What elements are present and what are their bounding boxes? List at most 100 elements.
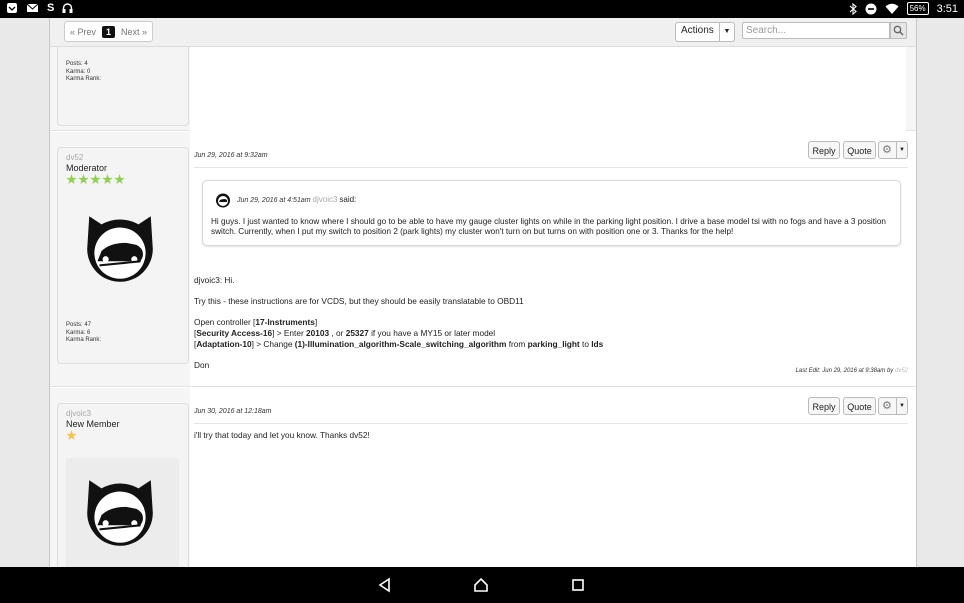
pagination: « Prev 1 Next » [64, 21, 154, 42]
mail-icon [26, 3, 39, 12]
forum-thread-page: « Prev 1 Next » Actions ▼ Posts: 4 Karma… [49, 18, 917, 567]
rank-stars [66, 174, 125, 185]
user-role: New Member [66, 419, 120, 429]
post-body: i'll try that today and let you know. Th… [194, 430, 370, 440]
avatar [87, 480, 153, 546]
user-info-panel: dv52 Moderator Posts: 47 Karma: 6 Karma … [57, 147, 189, 364]
username-link[interactable]: dv52 [66, 153, 83, 162]
karma: Karma: 0 [66, 68, 91, 75]
reply-button[interactable]: Reply [808, 141, 840, 159]
actions-label: Actions [681, 25, 714, 36]
star-icon [78, 174, 89, 185]
text-segment: 25327 [345, 328, 369, 338]
forum-post: dv52 Moderator Posts: 47 Karma: 6 Karma … [50, 132, 916, 387]
last-edit-text: Last Edit: Jun 29, 2016 at 9:38am by [795, 368, 894, 374]
post-date: Jun 30, 2016 at 12:18am [194, 408, 272, 415]
home-icon[interactable] [473, 577, 489, 593]
text-segment: lds [591, 339, 604, 349]
gear-icon: ⚙ [882, 144, 892, 156]
quoted-post: Jun 29, 2016 at 4:51am djvoic3 said: Hi … [202, 180, 901, 246]
last-edit-user-link[interactable]: dv52 [895, 368, 908, 374]
star-icon [102, 174, 113, 185]
search-button[interactable] [890, 22, 907, 39]
bluetooth-icon [849, 2, 857, 15]
text-segment: to [579, 339, 592, 349]
text-segment: Open controller [ [194, 317, 256, 327]
search-icon [893, 25, 904, 36]
user-role: Moderator [66, 163, 108, 173]
text-segment: 17-Instruments [255, 317, 315, 327]
post-body-line: [Adaptation-10] > Change (1)-Illuminatio… [194, 339, 603, 350]
text-segment: ] > Enter [272, 328, 307, 338]
karma: Karma: 6 [66, 329, 91, 336]
star-icon [90, 174, 101, 185]
quote-date: Jun 29, 2016 at 4:51am [237, 197, 311, 204]
chevron-down-icon: ▼ [896, 398, 907, 414]
text-segment: ] [314, 317, 318, 327]
quote-said: said: [339, 195, 357, 204]
s-app-icon: S [47, 2, 55, 14]
text-segment: parking_light [527, 339, 580, 349]
star-icon [114, 174, 125, 185]
user-stats: Posts: 47 Karma: 6 Karma Rank: [66, 322, 101, 345]
rank-stars [66, 430, 77, 441]
text-segment: if you have a MY15 or later model [368, 328, 496, 338]
prev-page-link[interactable]: « Prev [68, 27, 98, 37]
headphones-icon [62, 3, 73, 13]
star-icon [66, 174, 77, 185]
next-page-link[interactable]: Next » [119, 27, 149, 37]
last-edit-note: Last Edit: Jun 29, 2016 at 9:38am by dv5… [796, 368, 908, 374]
post-content-bg [190, 388, 916, 567]
karma-rank: Karma Rank: [66, 76, 102, 82]
text-segment: ] > Change [251, 339, 295, 349]
navigation-bar [0, 567, 964, 603]
star-icon [66, 430, 77, 441]
text-segment: 20103 [306, 328, 330, 338]
divider [194, 423, 908, 424]
status-bar: S 56% 3:51 [0, 0, 964, 18]
post-options-button[interactable]: ⚙ ▼ [878, 397, 908, 415]
gear-icon: ⚙ [882, 400, 892, 412]
post-body-line: [Security Access-16] > Enter 20103 , or … [194, 328, 495, 339]
thread-toolbar: « Prev 1 Next » Actions ▼ [50, 18, 916, 47]
search-input[interactable] [742, 22, 890, 39]
quote-text: Hi guys. I just wanted to know where I s… [211, 217, 886, 236]
post-date: Jun 29, 2016 at 9:32am [194, 152, 268, 159]
text-segment: from [506, 339, 528, 349]
reply-button[interactable]: Reply [808, 397, 840, 415]
quote-button[interactable]: Quote [843, 141, 876, 159]
user-info-panel: djvoic3 New Member [57, 403, 189, 567]
post-body-line: Open controller [17-Instruments] [194, 317, 317, 328]
chevron-down-icon: ▼ [719, 23, 734, 41]
post-signoff: Don [194, 360, 210, 370]
wifi-icon [885, 3, 899, 14]
quote-header: Jun 29, 2016 at 4:51am djvoic3 said: [237, 195, 356, 204]
clock: 3:51 [936, 2, 958, 15]
username-link[interactable]: djvoic3 [66, 409, 91, 418]
divider [194, 167, 908, 168]
text-segment: Security Access-16 [196, 328, 273, 338]
recents-icon[interactable] [570, 577, 586, 593]
text-segment: (1)-Illumination_algorithm-Scale_switchi… [294, 339, 507, 349]
back-icon[interactable] [377, 577, 393, 593]
text-segment: , or [329, 328, 346, 338]
post-body-greeting: djvoic3: Hi. [194, 275, 235, 285]
battery-indicator: 56% [906, 2, 929, 15]
text-segment: Adaptation-10 [196, 339, 252, 349]
post-count: Posts: 4 [66, 61, 88, 67]
user-stats: Posts: 4 Karma: 0 Karma Rank: [66, 61, 101, 84]
current-page: 1 [102, 25, 116, 38]
chevron-down-icon: ▼ [896, 142, 907, 158]
karma-rank: Karma Rank: [66, 337, 102, 343]
do-not-disturb-icon [865, 3, 877, 14]
actions-dropdown[interactable]: Actions ▼ [675, 22, 735, 42]
quote-username-link[interactable]: djvoic3 [313, 195, 338, 204]
avatar [87, 216, 153, 282]
messages-icon [7, 3, 17, 13]
post-body-line: Try this - these instructions are for VC… [194, 296, 524, 306]
post-options-button[interactable]: ⚙ ▼ [878, 141, 908, 159]
post-count: Posts: 47 [66, 322, 92, 328]
quote-button[interactable]: Quote [843, 397, 876, 415]
forum-post: djvoic3 New Member Jun 30, 2016 at 12:18… [50, 388, 916, 567]
quote-avatar [216, 193, 230, 208]
